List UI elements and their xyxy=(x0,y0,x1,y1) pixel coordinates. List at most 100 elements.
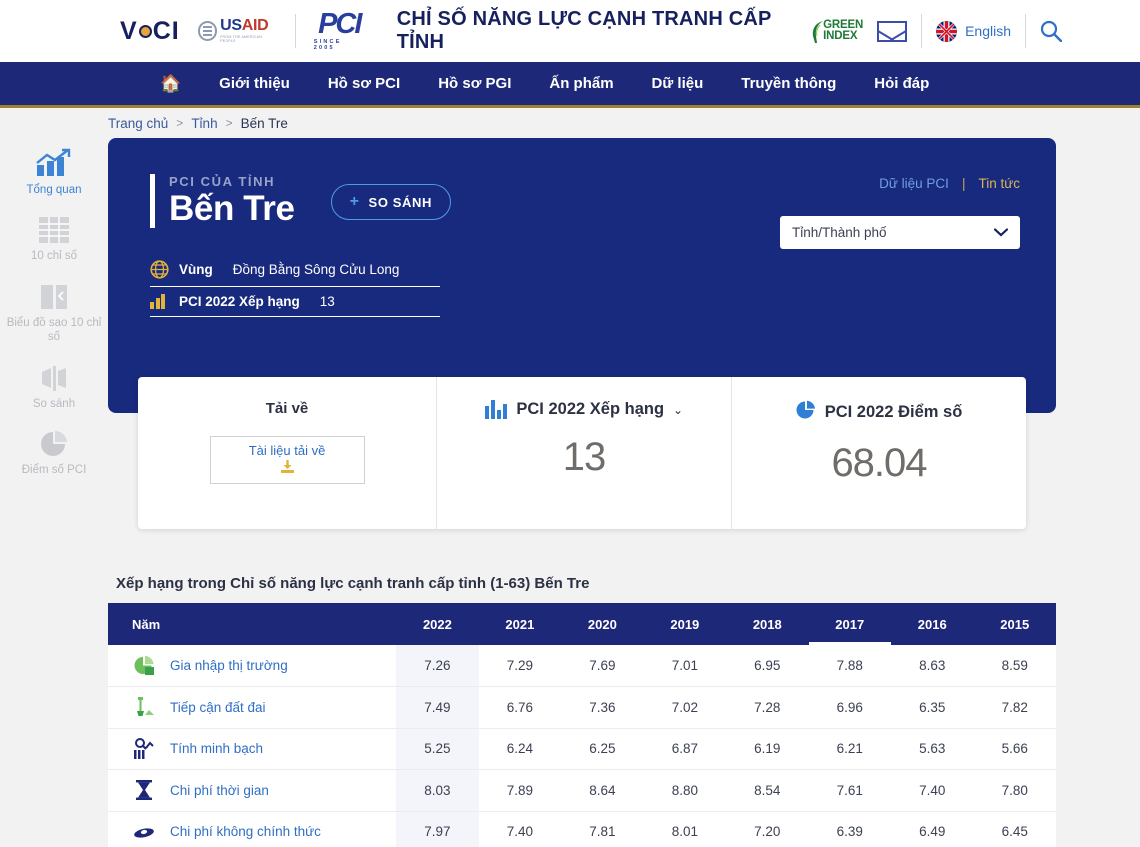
row-label-cell[interactable]: Chi phí thời gian xyxy=(108,769,397,812)
usaid-logo-text: USAID FROM THE AMERICAN PEOPLE xyxy=(220,18,277,43)
table-header-2021[interactable]: 2021 xyxy=(478,603,562,645)
sidebar-item-tong-quan[interactable]: Tổng quan xyxy=(6,146,102,197)
sidebar-item-diem-so-pci[interactable]: Điểm số PCI xyxy=(6,426,102,477)
green-index-logo[interactable]: GREEN INDEX xyxy=(811,19,863,43)
compare-button[interactable]: + SO SÁNH xyxy=(330,184,451,220)
vcci-logo-text-left: V xyxy=(120,16,138,45)
row-label-cell[interactable]: Tính minh bạch xyxy=(108,728,397,770)
row-label: Tiếp cận đất đai xyxy=(170,699,266,715)
logo-group: V CI USAID FROM THE AMERICAN PEOPLE PCI S… xyxy=(120,8,811,54)
table-row: Tính minh bạch 5.25 6.24 6.25 6.87 6.19 … xyxy=(108,728,1056,770)
sidebar-item-so-sanh[interactable]: So sánh xyxy=(6,360,102,411)
breadcrumb-province-list[interactable]: Tỉnh xyxy=(191,116,217,131)
stat-rank-label: PCI 2022 Xếp hạng xyxy=(516,400,665,418)
hero-region-row: Vùng Đồng Bằng Sông Cửu Long xyxy=(150,254,440,288)
cell-2021: 6.76 xyxy=(478,686,562,729)
stat-rank-column: PCI 2022 Xếp hạng ⌄ 13 xyxy=(436,377,731,529)
cell-2021: 7.89 xyxy=(478,769,562,812)
table-row: Tiếp cận đất đai 7.49 6.76 7.36 7.02 7.2… xyxy=(108,686,1056,729)
hero-rank-row: PCI 2022 Xếp hạng 13 xyxy=(150,287,440,318)
table-title: Xếp hạng trong Chỉ số năng lực cạnh tran… xyxy=(116,575,590,592)
usaid-seal-icon xyxy=(197,21,218,41)
cell-2022: 8.03 xyxy=(396,769,479,812)
vcci-logo[interactable]: V CI xyxy=(120,17,180,46)
row-label: Tính minh bạch xyxy=(170,741,264,757)
header-divider xyxy=(294,14,296,48)
page-body: Tổng quan 10 chỉ số Biểu đồ sao 10 chỉ s… xyxy=(0,138,1140,847)
cell-2017: 6.39 xyxy=(808,811,891,847)
radar-chart-icon xyxy=(39,279,69,311)
magnifier-chart-icon xyxy=(132,737,156,761)
usaid-logo[interactable]: USAID FROM THE AMERICAN PEOPLE xyxy=(197,18,277,43)
cell-2018: 7.20 xyxy=(726,811,809,847)
download-button[interactable]: Tài liệu tải về xyxy=(209,436,365,484)
nav-item-an-pham[interactable]: Ấn phẩm xyxy=(549,75,613,92)
breadcrumb-home[interactable]: Trang chủ xyxy=(108,116,168,131)
nav-item-hoi-dap[interactable]: Hỏi đáp xyxy=(874,75,929,92)
table-header-2018[interactable]: 2018 xyxy=(726,603,809,645)
province-select-value: Tỉnh/Thành phố xyxy=(792,225,887,240)
usaid-logo-main: USAID xyxy=(220,17,269,35)
row-label-cell[interactable]: Gia nhập thị trường xyxy=(108,645,397,687)
cell-2016: 5.63 xyxy=(891,728,974,770)
nav-item-du-lieu[interactable]: Dữ liệu xyxy=(652,75,704,92)
nav-item-ho-so-pgi[interactable]: Hồ sơ PGI xyxy=(438,75,511,92)
chevron-down-icon-rank[interactable]: ⌄ xyxy=(673,403,683,417)
breadcrumb-separator-2: > xyxy=(225,116,233,130)
hero-links: Dữ liệu PCI | Tin tức xyxy=(879,176,1020,191)
stat-rank-header[interactable]: PCI 2022 Xếp hạng ⌄ xyxy=(484,400,683,419)
table-header-row: Năm 2022 2021 2020 2019 2018 2017 2016 2… xyxy=(108,603,1056,645)
province-select[interactable]: Tỉnh/Thành phố xyxy=(780,216,1020,249)
table-header-2020[interactable]: 2020 xyxy=(561,603,644,645)
hero-region-label: Vùng xyxy=(179,262,213,278)
row-label-cell[interactable]: Tiếp cận đất đai xyxy=(108,686,397,729)
header-divider-2 xyxy=(921,14,923,48)
main-content: PCI CỦA TỈNH Bến Tre + SO SÁNH Vùng Đồng… xyxy=(108,138,1140,847)
vcci-logo-dot xyxy=(138,24,152,38)
cell-2017: 7.61 xyxy=(808,769,891,812)
language-switcher[interactable]: English xyxy=(936,20,1011,42)
pie-chart-icon-score xyxy=(796,400,816,425)
row-label-cell[interactable]: Chi phí không chính thức xyxy=(108,811,397,847)
cell-2020: 6.25 xyxy=(561,728,644,770)
cell-2017: 6.96 xyxy=(808,686,891,729)
cell-2015: 7.80 xyxy=(973,769,1056,812)
language-label: English xyxy=(965,23,1011,39)
usaid-logo-sub: FROM THE AMERICAN PEOPLE xyxy=(220,35,263,43)
stat-score-value: 68.04 xyxy=(831,441,927,485)
nav-item-gioi-thieu[interactable]: Giới thiệu xyxy=(219,75,290,92)
nav-item-ho-so-pci[interactable]: Hồ sơ PCI xyxy=(328,75,400,92)
sidebar-item-10-chi-so[interactable]: 10 chỉ số xyxy=(6,212,102,263)
province-hero-panel: PCI CỦA TỈNH Bến Tre + SO SÁNH Vùng Đồng… xyxy=(108,138,1056,413)
envelope-icon[interactable] xyxy=(877,20,908,42)
compare-icon xyxy=(40,360,68,392)
green-index-line2: INDEX xyxy=(823,30,858,42)
globe-icon xyxy=(150,260,169,279)
chevron-down-icon xyxy=(993,225,1009,240)
breadcrumb: Trang chủ > Tỉnh > Bến Tre xyxy=(0,108,1140,138)
link-tin-tuc[interactable]: Tin tức xyxy=(978,176,1020,191)
table-header-2022[interactable]: 2022 xyxy=(396,603,479,645)
table-header-2019[interactable]: 2019 xyxy=(643,603,727,645)
table-row: Gia nhập thị trường 7.26 7.29 7.69 7.01 … xyxy=(108,645,1056,687)
page-title: Bến Tre xyxy=(169,189,295,228)
nav-item-truyen-thong[interactable]: Truyền thông xyxy=(741,75,836,92)
cell-2018: 6.95 xyxy=(726,645,809,687)
stats-card: Tải về Tài liệu tải về PCI 2022 Xếp hạng… xyxy=(138,377,1026,529)
home-icon[interactable]: 🏠 xyxy=(160,74,181,94)
table-header-2016[interactable]: 2016 xyxy=(891,603,974,645)
header-right-tools: GREEN INDEX English xyxy=(811,14,1063,48)
table-header-2017[interactable]: 2017 xyxy=(808,603,891,645)
table-head: Năm 2022 2021 2020 2019 2018 2017 2016 2… xyxy=(108,603,1056,645)
link-du-lieu-pci[interactable]: Dữ liệu PCI xyxy=(879,176,949,191)
sidebar-item-bieu-do-sao[interactable]: Biểu đồ sao 10 chỉ số xyxy=(6,279,102,345)
table-header-2015[interactable]: 2015 xyxy=(973,603,1056,645)
bar-chart-icon xyxy=(150,293,169,310)
pci-logo-since: SINCE 2005 xyxy=(313,38,342,51)
search-icon[interactable] xyxy=(1040,20,1063,43)
pci-logo[interactable]: PCI SINCE 2005 xyxy=(313,10,365,51)
download-button-label: Tài liệu tải về xyxy=(248,443,326,458)
ranking-table: Năm 2022 2021 2020 2019 2018 2017 2016 2… xyxy=(108,603,1056,847)
stat-score-label: PCI 2022 Điểm số xyxy=(824,403,963,421)
cell-2020: 8.64 xyxy=(561,769,644,812)
